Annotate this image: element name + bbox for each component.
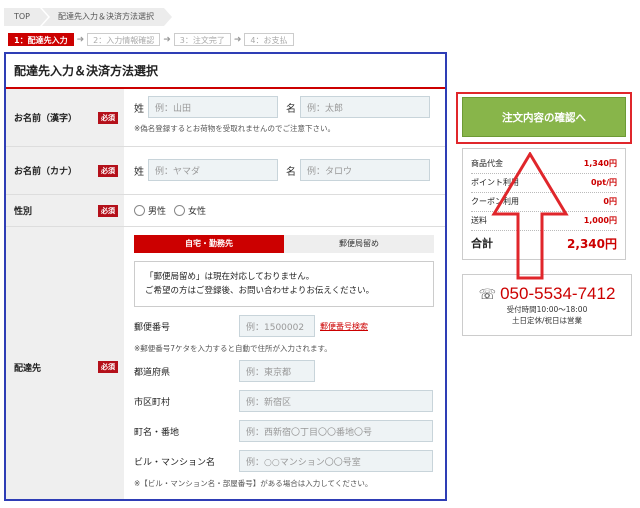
first-name-kana-input[interactable]: 例：タロウ <box>300 159 430 181</box>
row-name-kanji: お名前（漢字） 必須 姓 例：山田 名 例：太郎 ※偽名登録するとお荷物を受取れ… <box>6 89 446 147</box>
summary-row: ポイント利用 0pt/円 <box>471 174 617 193</box>
label-city: 市区町村 <box>134 397 171 408</box>
label-building: ビル・マンション名 <box>134 457 216 468</box>
phone-number[interactable]: 050-5534-7412 <box>500 284 615 304</box>
building-input[interactable]: 例：○○マンション〇〇号室 <box>239 450 433 472</box>
prefecture-input[interactable]: 例：東京都 <box>239 360 315 382</box>
breadcrumb-current: 配達先入力＆決済方法選択 <box>42 8 173 26</box>
first-name-key: 名 <box>286 166 296 178</box>
summary-row: 商品代金 1,340円 <box>471 155 617 174</box>
summary-row: 送料 1,000円 <box>471 212 617 231</box>
last-name-key: 姓 <box>134 166 144 178</box>
radio-icon <box>134 205 145 216</box>
delivery-tabs: 自宅・勤務先 郵便局留め <box>134 235 438 253</box>
phone-icon: ☏ <box>478 285 497 302</box>
label-postal: 郵便番号 <box>134 322 171 333</box>
delivery-form: 配達先入力＆決済方法選択 お名前（漢字） 必須 姓 例：山田 名 例：太郎 ※偽… <box>6 53 446 501</box>
town-address-input[interactable]: 例：西新宿〇丁目〇〇番地〇号 <box>239 420 433 442</box>
form-title: 配達先入力＆決済方法選択 <box>6 53 446 89</box>
tab-post-office[interactable]: 郵便局留め <box>284 235 434 253</box>
postal-search-link[interactable]: 郵便番号検索 <box>320 321 368 332</box>
order-summary: 商品代金 1,340円 ポイント利用 0pt/円 クーポン利用 0円 送料 1,000円… <box>462 148 626 260</box>
gender-female-radio[interactable]: 女性 <box>174 204 206 217</box>
label-name-kanji: お名前（漢字） <box>14 114 78 124</box>
required-badge: 必須 <box>98 164 118 177</box>
last-name-key: 姓 <box>134 103 144 115</box>
row-delivery: 配達先 必須 自宅・勤務先 郵便局留め 「郵便局留め」は現在対応しておりません。… <box>6 227 446 501</box>
last-name-kana-input[interactable]: 例：ヤマダ <box>148 159 278 181</box>
summary-row: クーポン利用 0円 <box>471 193 617 212</box>
label-delivery: 配達先 <box>14 363 42 374</box>
business-hours: 受付時間10:00～18:00 <box>506 305 588 314</box>
label-gender: 性別 <box>14 207 33 217</box>
confirm-order-button[interactable]: 注文内容の確認へ <box>462 97 626 137</box>
step-2: 2：入力情報確認 <box>87 33 161 46</box>
city-input[interactable]: 例：新宿区 <box>239 390 433 412</box>
label-name-kana: お名前（カナ） <box>14 167 78 177</box>
first-name-kanji-input[interactable]: 例：太郎 <box>300 96 430 118</box>
required-badge: 必須 <box>98 204 118 217</box>
label-prefecture: 都道府県 <box>134 367 171 378</box>
tab-home-office[interactable]: 自宅・勤務先 <box>134 235 284 253</box>
required-badge: 必須 <box>98 111 118 124</box>
arrow-right-icon: ➜ <box>233 34 242 45</box>
phone-contact: ☏ 050-5534-7412 受付時間10:00～18:00 土日定休/祝日は営… <box>462 274 632 336</box>
name-warning-note: ※偽名登録するとお荷物を受取れませんのでご注意下さい。 <box>134 124 336 133</box>
breadcrumb-top[interactable]: TOP <box>4 8 49 26</box>
required-badge: 必須 <box>98 361 118 373</box>
arrow-right-icon: ➜ <box>163 34 171 45</box>
postal-code-input[interactable]: 例：1500002 <box>239 315 315 337</box>
arrow-right-icon: ➜ <box>76 34 85 45</box>
breadcrumb: TOP 配達先入力＆決済方法選択 <box>4 8 173 26</box>
row-name-kana: お名前（カナ） 必須 姓 例：ヤマダ 名 例：タロウ <box>6 147 446 195</box>
post-office-notice: 「郵便局留め」は現在対応しておりません。 ご希望の方はご登録後、お問い合わせより… <box>134 261 434 307</box>
step-4: 4：お支払 <box>244 33 294 46</box>
label-town: 町名・番地 <box>134 427 180 438</box>
radio-icon <box>174 205 186 216</box>
first-name-key: 名 <box>286 103 296 115</box>
postal-note: ※郵便番号7ケタを入力すると自動で住所が入力されます。 <box>134 344 332 353</box>
step-1: 1：配達先入力 <box>8 33 74 46</box>
row-gender: 性別 必須 男性 女性 <box>6 195 446 227</box>
step-3: 3：注文完了 <box>173 33 231 46</box>
gender-male-radio[interactable]: 男性 <box>134 204 166 217</box>
checkout-steps: 1：配達先入力 ➜ 2：入力情報確認 ➜ 3：注文完了 ➜ 4：お支払 <box>8 33 294 46</box>
building-note: ※【ビル・マンション名・部屋番号】がある場合は入力してください。 <box>134 479 373 488</box>
summary-total: 合計 2,340円 <box>471 237 617 251</box>
last-name-kanji-input[interactable]: 例：山田 <box>148 96 278 118</box>
business-days: 土日定休/祝日は営業 <box>511 316 583 325</box>
